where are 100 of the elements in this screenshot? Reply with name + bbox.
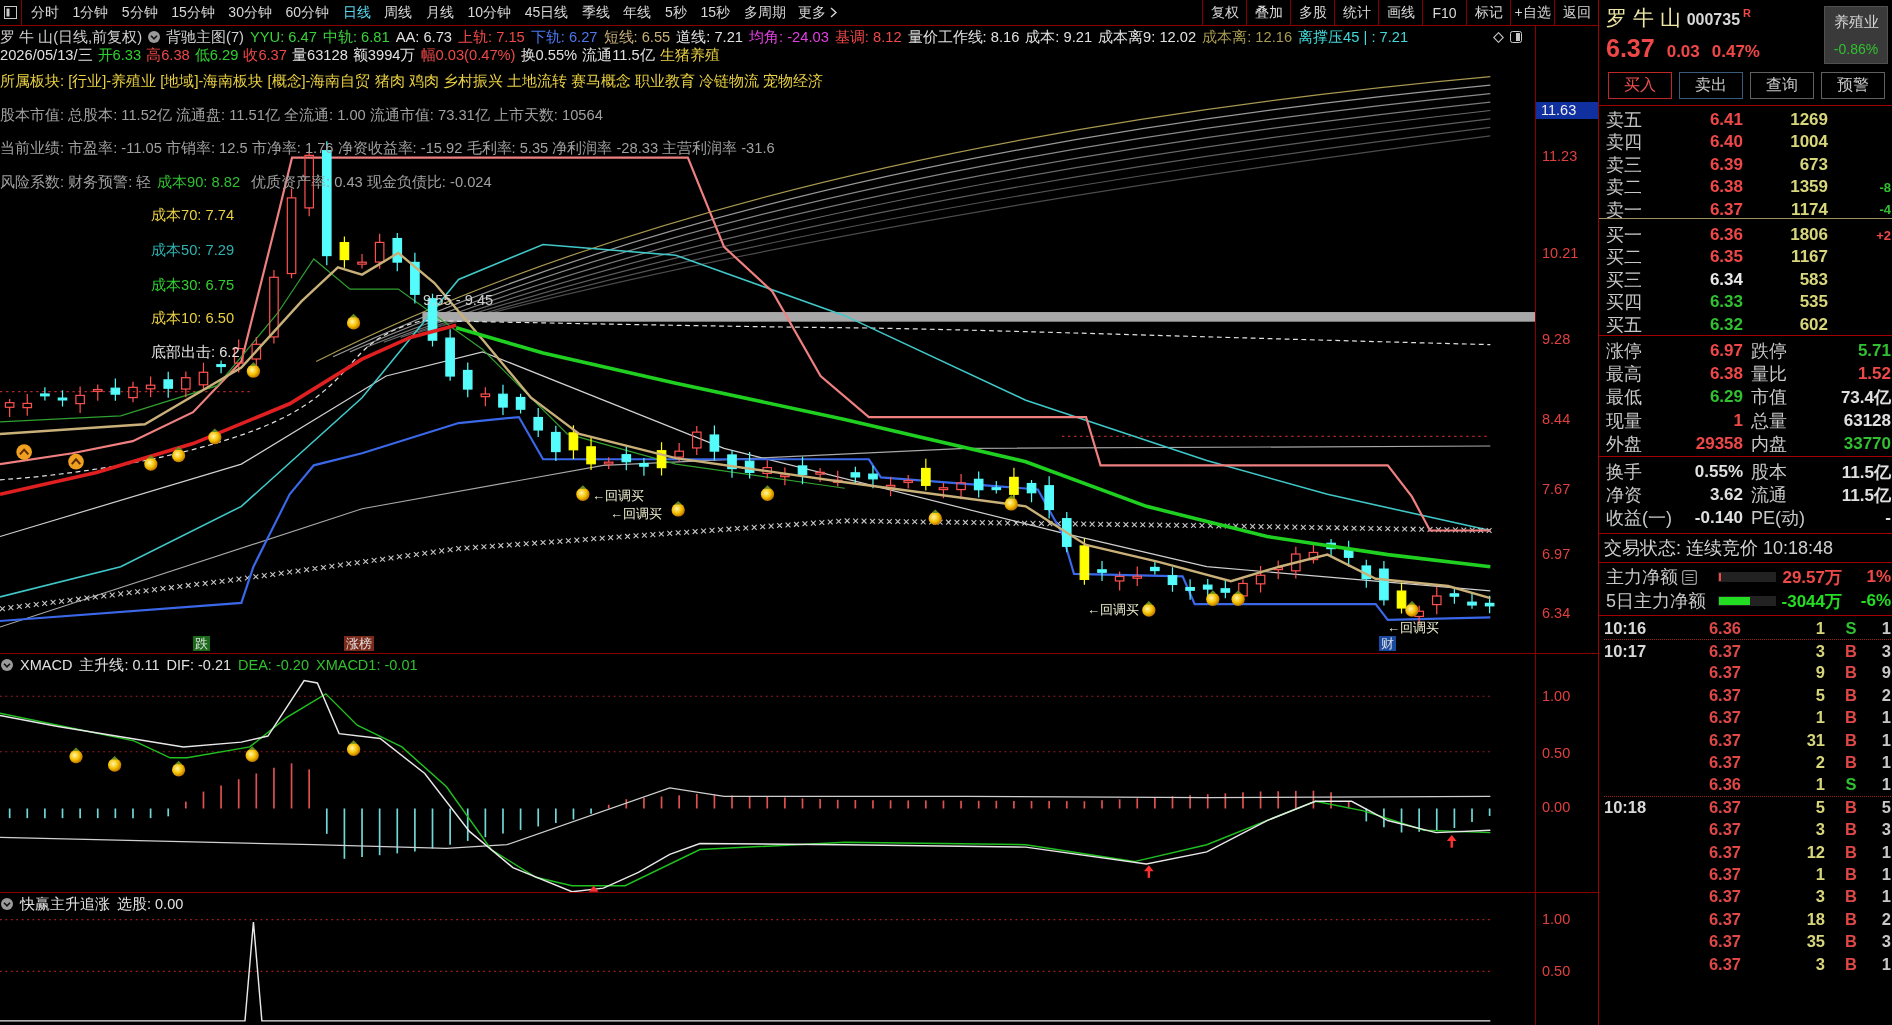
indicator-value: 主升线: 0.11	[79, 655, 160, 675]
order-volume: 1167	[1790, 247, 1828, 268]
legend-value: 短线: 6.55	[603, 27, 671, 47]
axis-label: 1.00	[1542, 688, 1571, 704]
candlestick	[709, 424, 720, 462]
chevron-down-icon[interactable]	[148, 31, 161, 43]
period-tab[interactable]: 5分钟	[115, 0, 165, 25]
order-label: 买一	[1606, 224, 1643, 247]
tick-side: B	[1844, 820, 1858, 840]
candlestick	[145, 375, 156, 398]
crosshair-price-label: 11.63	[1536, 102, 1598, 119]
candlestick	[1449, 588, 1460, 605]
candlestick	[480, 386, 491, 407]
tick-count: 1	[1880, 753, 1891, 773]
toolbar-button[interactable]: 多股	[1290, 0, 1334, 25]
candlestick	[410, 252, 420, 305]
candlestick	[181, 370, 191, 398]
tick-side: B	[1844, 685, 1858, 705]
panel-icon[interactable]	[1510, 31, 1522, 43]
flow-label: 5日主力净额	[1606, 590, 1706, 613]
candlestick	[691, 425, 702, 456]
tick-side: S	[1844, 618, 1858, 638]
toolbar-button[interactable]: 统计	[1334, 0, 1378, 25]
tick-price: 6.37	[1707, 820, 1741, 840]
candlestick	[956, 473, 966, 500]
order-price: 6.41	[1708, 110, 1743, 130]
toolbar-button[interactable]: 叠加	[1246, 0, 1290, 25]
candlestick	[515, 393, 526, 415]
sector-card[interactable]: 养殖业 -0.86%	[1824, 6, 1888, 64]
ball-icon	[1231, 590, 1245, 606]
period-tab[interactable]: 15秒	[693, 0, 737, 25]
axis-label: 6.34	[1542, 605, 1571, 621]
candlestick	[1291, 546, 1301, 580]
ball-icon	[208, 428, 222, 445]
candlestick	[780, 467, 790, 486]
order-price: 6.35	[1708, 247, 1743, 268]
diamond-icon[interactable]	[1493, 31, 1504, 43]
candlestick	[216, 359, 226, 374]
period-tab[interactable]: 多周期	[736, 0, 793, 25]
chevron-down-icon[interactable]	[1, 659, 13, 671]
candlestick	[198, 362, 209, 390]
axis-label: 0.50	[1542, 745, 1571, 761]
trade-button[interactable]: 卖出	[1679, 71, 1743, 99]
ball-icon	[108, 756, 122, 772]
candlestick	[533, 407, 544, 438]
toolbar-button[interactable]: 返回	[1554, 0, 1598, 25]
candlestick	[1061, 511, 1072, 553]
tick-price: 6.37	[1707, 887, 1741, 907]
order-volume: 1269	[1789, 110, 1828, 130]
period-tab[interactable]: 45日线	[517, 0, 575, 25]
toolbar-button[interactable]: F10	[1422, 0, 1466, 25]
more-button[interactable]: 更多	[792, 0, 844, 25]
indicator-value: DIF: -0.21	[166, 657, 232, 673]
order-label: 买三	[1606, 268, 1643, 292]
trade-button[interactable]: 买入	[1608, 71, 1672, 99]
ball-icon	[671, 500, 685, 517]
stat-label: PE(动)	[1750, 506, 1806, 530]
period-tab[interactable]: 15分钟	[164, 0, 222, 25]
legend-value: 成本离9: 12.02	[1098, 27, 1197, 47]
toolbar-button[interactable]: 画线	[1378, 0, 1422, 25]
stat-label: 涨停	[1606, 339, 1643, 363]
order-volume: 602	[1798, 314, 1828, 335]
candlestick	[797, 456, 808, 485]
order-volume: 673	[1798, 154, 1828, 175]
stat-value: 3.62	[1708, 485, 1743, 506]
toolbar-button[interactable]: +自选	[1510, 0, 1554, 25]
period-tab[interactable]: 1分钟	[65, 0, 115, 25]
chevron-up-icon	[16, 444, 32, 460]
legend-value: YYU: 6.47	[250, 29, 317, 45]
stat-value: 11.5亿	[1840, 461, 1891, 484]
period-tab[interactable]: 分时	[24, 0, 66, 25]
period-tab[interactable]: 季线	[575, 0, 617, 25]
period-tab[interactable]: 10分钟	[460, 0, 518, 25]
period-tab[interactable]: 30分钟	[221, 0, 279, 25]
period-tab[interactable]: 日线	[335, 0, 378, 25]
stat-label: 股本	[1750, 461, 1788, 485]
trade-button[interactable]: 预警	[1821, 71, 1885, 99]
quote-value: 额3994万	[352, 45, 416, 65]
trade-button[interactable]: 查询	[1750, 71, 1814, 99]
list-icon[interactable]	[1682, 569, 1697, 585]
order-volume: 583	[1798, 269, 1828, 290]
order-price: 6.40	[1708, 132, 1743, 153]
period-tab[interactable]: 60分钟	[278, 0, 336, 25]
tick-volume: 1	[1814, 865, 1825, 884]
toolbar-button[interactable]: 标记	[1466, 0, 1510, 25]
order-price: 6.32	[1708, 314, 1743, 335]
cost-label: 成本10: 6.50	[151, 310, 235, 326]
stat-label: 净资	[1606, 484, 1643, 508]
tick-side: B	[1844, 663, 1858, 683]
candlestick	[1255, 565, 1266, 594]
panel-icon[interactable]	[4, 6, 17, 19]
period-tab[interactable]: 周线	[377, 0, 420, 25]
period-tab[interactable]: 月线	[419, 0, 461, 25]
period-tab[interactable]: 年线	[616, 0, 659, 25]
tick-side: B	[1844, 887, 1858, 907]
toolbar-button[interactable]: 复权	[1202, 0, 1246, 25]
legend-value: 量价工作线: 8.16	[907, 27, 1020, 47]
stock-code: 000735	[1686, 11, 1741, 29]
chevron-down-icon[interactable]	[1, 898, 13, 910]
period-tab[interactable]: 5秒	[658, 0, 694, 25]
